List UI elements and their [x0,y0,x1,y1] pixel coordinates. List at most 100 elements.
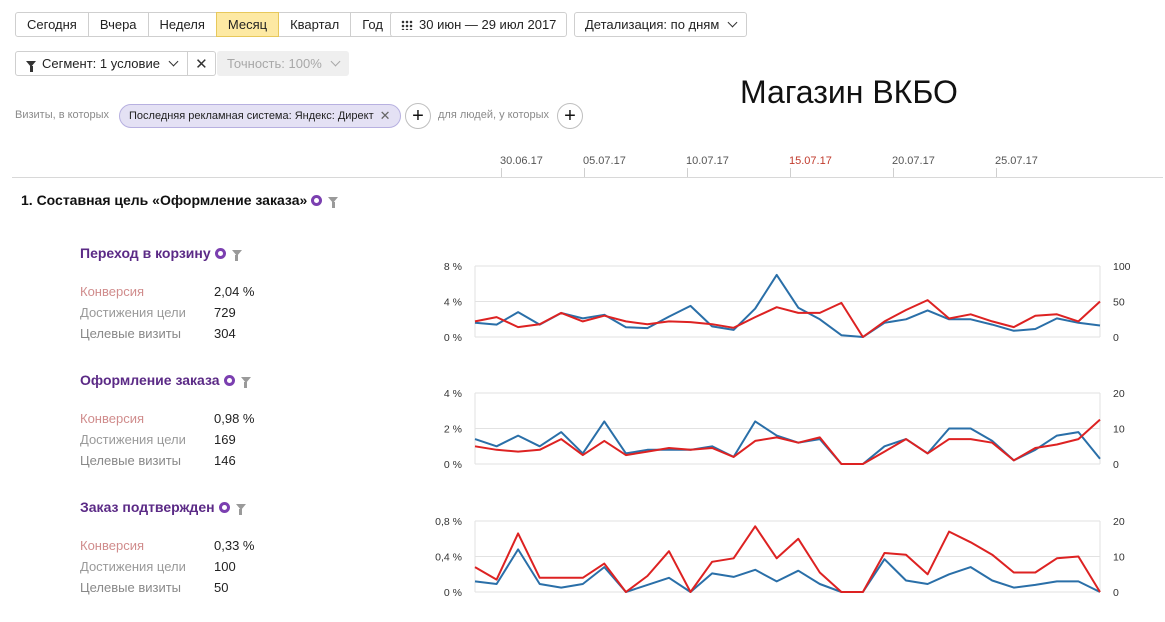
goal-title-text: Оформление заказа [80,372,220,388]
series-line-0 [474,273,1101,338]
right-axis-tick: 20 [1113,516,1125,528]
timeline-tick [501,168,502,177]
date-range-picker[interactable]: 30 июн — 29 июл 2017 [390,12,568,37]
metric-label-conversion: Конверсия [80,538,145,553]
series-line-1 [474,299,1101,338]
right-axis-tick: 0 [1113,459,1119,471]
metric-label-reaches: Достижения цели [80,559,186,574]
chart-0: 8 % 100 4 % 50 0 % 0 [444,261,1131,344]
metric-value-conversion: 0,33 % [214,538,255,553]
chevron-down-icon [727,17,738,28]
metric-label-conversion: Конверсия [80,284,145,299]
left-axis-tick: 0 % [444,459,462,471]
left-axis-tick: 0 % [444,332,462,344]
metric-value-visits: 304 [214,326,236,341]
segment-dropdown[interactable]: Сегмент: 1 условие [15,51,188,76]
period-button-5[interactable]: Год [350,12,395,37]
goal-type-icon [311,194,323,206]
condition-chip-label: Последняя рекламная система: Яндекс: Дир… [129,110,374,122]
series-line-1 [474,525,1101,593]
period-button-4[interactable]: Квартал [278,12,352,37]
left-axis-tick: 4 % [444,297,462,309]
period-button-3[interactable]: Месяц [215,12,280,37]
right-axis-tick: 10 [1113,552,1125,564]
series-line-0 [474,420,1101,465]
period-button-2[interactable]: Неделя [147,12,217,37]
add-visit-condition-button[interactable]: + [405,103,431,129]
filter-icon[interactable] [240,377,251,388]
left-axis-tick: 8 % [444,261,462,273]
metric-label-reaches: Достижения цели [80,305,186,320]
timeline-tick [584,168,585,177]
store-title: Магазин ВКБО [740,74,958,110]
chart-2: 0,8 % 20 0,4 % 10 0 % 0 [435,516,1125,599]
goal-type-icon [223,374,235,386]
timeline-date-1: 05.07.17 [583,155,626,167]
goal-type-icon [214,247,226,259]
timeline-tick [996,168,997,177]
metric-value-reaches: 169 [214,432,236,447]
timeline-date-4: 20.07.17 [892,155,935,167]
timeline-date-0: 30.06.17 [500,155,543,167]
metric-label-visits: Целевые визиты [80,326,182,341]
metric-value-visits: 146 [214,453,236,468]
remove-condition-icon[interactable]: ✕ [380,105,391,127]
period-button-0[interactable]: Сегодня [15,12,89,37]
timeline-date-3: 15.07.17 [789,155,832,167]
goal-type-icon [218,501,230,513]
left-axis-tick: 0 % [444,587,462,599]
timeline-tick [790,168,791,177]
left-axis-tick: 2 % [444,424,462,436]
series-line-1 [474,418,1101,465]
goal-title-1: Оформление заказа [80,372,251,388]
section-title-text: 1. Составная цель «Оформление заказа» [21,192,308,208]
left-axis-tick: 0,4 % [435,552,462,564]
timeline-date-2: 10.07.17 [686,155,729,167]
filter-icon[interactable] [328,197,339,208]
timeline-tick [893,168,894,177]
metric-value-reaches: 100 [214,559,236,574]
goal-title-text: Заказ подтвержден [80,499,215,515]
right-axis-tick: 100 [1113,261,1131,273]
add-people-condition-button[interactable]: + [557,103,583,129]
metric-value-conversion: 2,04 % [214,284,255,299]
timeline-axis [12,177,1163,178]
period-button-group: Сегодня Вчера Неделя Месяц Квартал Год [15,12,395,37]
goal-title-2: Заказ подтвержден [80,499,246,515]
accuracy-label: Точность: 100% [227,56,322,71]
right-axis-tick: 0 [1113,332,1119,344]
metric-value-conversion: 0,98 % [214,411,255,426]
right-axis-tick: 50 [1113,297,1125,309]
filter-icon [26,60,36,72]
period-button-1[interactable]: Вчера [87,12,149,37]
metric-value-reaches: 729 [214,305,236,320]
chevron-down-icon [330,56,341,67]
right-axis-tick: 0 [1113,587,1119,599]
left-axis-tick: 4 % [444,388,462,400]
filter-icon[interactable] [235,504,246,515]
section-title: 1. Составная цель «Оформление заказа» [21,192,339,208]
metric-label-reaches: Достижения цели [80,432,186,447]
metric-value-visits: 50 [214,580,229,595]
date-range-label: 30 июн — 29 июл 2017 [419,17,557,32]
accuracy-dropdown[interactable]: Точность: 100% [217,51,349,76]
segment-clear-button[interactable]: ✕ [187,51,216,76]
series-line-0 [474,548,1101,593]
visits-condition-label: Визиты, в которых [15,109,109,121]
detail-dropdown[interactable]: Детализация: по дням [574,12,748,37]
filter-icon[interactable] [231,250,242,261]
goal-title-text: Переход в корзину [80,245,211,261]
chart-1: 4 % 20 2 % 10 0 % 0 [444,388,1125,471]
detail-label: Детализация: по дням [585,17,720,32]
timeline-date-5: 25.07.17 [995,155,1038,167]
segment-control: Сегмент: 1 условие ✕ [15,51,216,76]
condition-chip[interactable]: Последняя рекламная система: Яндекс: Дир… [119,104,401,128]
left-axis-tick: 0,8 % [435,516,462,528]
timeline-tick [687,168,688,177]
calendar-grid-icon [401,19,413,30]
right-axis-tick: 10 [1113,424,1125,436]
goal-title-0: Переход в корзину [80,245,242,261]
people-condition-label: для людей, у которых [438,109,549,121]
segment-label: Сегмент: 1 условие [42,56,160,71]
metric-label-visits: Целевые визиты [80,453,182,468]
